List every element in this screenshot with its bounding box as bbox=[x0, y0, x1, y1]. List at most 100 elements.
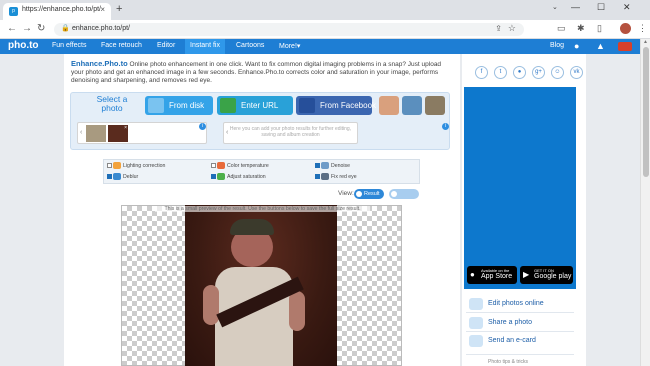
browser-tab[interactable]: p https://enhance.pho.to/pt/ × bbox=[3, 3, 111, 20]
checkbox[interactable] bbox=[315, 163, 320, 168]
send-ecard-icon bbox=[469, 335, 483, 347]
option-denoise[interactable]: Denoise bbox=[315, 162, 350, 169]
select-photo-label: Select a photo bbox=[96, 94, 128, 113]
vk-share-icon[interactable]: vk bbox=[570, 66, 583, 79]
nav-editor[interactable]: Editor bbox=[157, 42, 175, 49]
share-photo-link[interactable]: Share a photo bbox=[488, 319, 532, 326]
site-nav: pho.to Fun effects Face retouch Editor I… bbox=[0, 39, 640, 54]
option-adjust-saturation[interactable]: Adjust saturation bbox=[211, 173, 266, 180]
sample-photo-woman[interactable] bbox=[379, 96, 399, 115]
sample-photo-man[interactable] bbox=[402, 96, 422, 115]
nav-cartoons[interactable]: Cartoons bbox=[236, 42, 264, 49]
google-plus-share-icon[interactable]: g+ bbox=[532, 66, 545, 79]
url-icon bbox=[220, 98, 236, 113]
view-result-toggle[interactable]: Result bbox=[354, 189, 384, 199]
cast-icon[interactable]: ▭ bbox=[557, 23, 566, 34]
odnoklassniki-share-icon[interactable]: ☺ bbox=[551, 66, 564, 79]
option-fix-red-eye[interactable]: Fix red eye bbox=[315, 173, 357, 180]
temperature-icon bbox=[217, 162, 225, 169]
close-window-button[interactable]: ✕ bbox=[623, 2, 631, 13]
nav-blog[interactable]: Blog bbox=[550, 42, 564, 49]
site-favicon-icon: p bbox=[9, 7, 18, 16]
info-icon[interactable]: i bbox=[442, 123, 449, 130]
sample-photo-landscape[interactable] bbox=[425, 96, 445, 115]
lock-icon: 🔒 bbox=[61, 25, 70, 32]
results-hint-box: ‹ Here you can add your photo results fo… bbox=[223, 122, 358, 144]
profile-avatar[interactable] bbox=[620, 23, 631, 34]
browser-tab-bar: p https://enhance.pho.to/pt/ × + ⌄ — ☐ ✕ bbox=[0, 0, 650, 20]
checkbox[interactable] bbox=[211, 163, 216, 168]
new-tab-button[interactable]: + bbox=[116, 3, 122, 15]
enter-url-button[interactable]: Enter URL bbox=[217, 96, 293, 115]
browser-menu-icon[interactable]: ⋮ bbox=[638, 23, 647, 34]
android-icon[interactable]: ▲ bbox=[596, 41, 605, 51]
back-button[interactable]: ← bbox=[7, 23, 17, 34]
twitter-share-icon[interactable]: t bbox=[494, 66, 507, 79]
site-logo[interactable]: pho.to bbox=[8, 40, 39, 51]
photo-tips-link[interactable]: Photo tips & tricks bbox=[488, 359, 528, 365]
nav-face-retouch[interactable]: Face retouch bbox=[101, 42, 142, 49]
edit-photos-icon bbox=[469, 298, 483, 310]
google-play-badge[interactable]: ▶ GET IT ON Google play bbox=[520, 266, 573, 284]
nav-more[interactable]: More!▾ bbox=[279, 42, 300, 50]
preview-caption: This is a small preview of the result. U… bbox=[155, 206, 370, 212]
sidebar-icon[interactable]: ▯ bbox=[597, 23, 602, 34]
lighting-icon bbox=[113, 162, 121, 169]
apple-icon: ● bbox=[470, 270, 475, 279]
saturation-icon bbox=[217, 173, 225, 180]
from-facebook-button[interactable]: From Facebook bbox=[296, 96, 376, 115]
red-eye-icon bbox=[321, 173, 329, 180]
livejournal-share-icon[interactable]: ● bbox=[513, 66, 526, 79]
address-bar-row: ← → ↻ 🔒 enhance.pho.to/pt/ ⇪ ☆ bbox=[0, 20, 650, 39]
app-store-badge[interactable]: ● Available on the App Store bbox=[467, 266, 517, 284]
maximize-button[interactable]: ☐ bbox=[597, 2, 605, 13]
intro-text: Enhance.Pho.to Online photo enhancement … bbox=[71, 60, 453, 85]
forward-button[interactable]: → bbox=[22, 23, 32, 34]
checkbox[interactable] bbox=[107, 174, 112, 179]
folder-icon bbox=[148, 98, 164, 113]
chevron-left-icon[interactable]: ‹ bbox=[226, 129, 228, 136]
nav-fun-effects[interactable]: Fun effects bbox=[52, 42, 87, 49]
facebook-share-icon[interactable]: f bbox=[475, 66, 488, 79]
info-icon[interactable]: i bbox=[199, 123, 206, 130]
apple-icon[interactable]: ● bbox=[574, 41, 579, 51]
recent-photos-strip: ‹ × bbox=[77, 122, 207, 144]
minimize-button[interactable]: — bbox=[571, 2, 580, 12]
radio-icon bbox=[391, 191, 397, 197]
language-flag-icon[interactable] bbox=[618, 42, 632, 51]
recent-photo-thumbnail[interactable] bbox=[86, 125, 106, 142]
from-disk-button[interactable]: From disk bbox=[145, 96, 213, 115]
view-original-toggle[interactable] bbox=[389, 189, 419, 199]
share-photo-icon bbox=[469, 317, 483, 329]
option-lighting-correction[interactable]: Lighting correction bbox=[107, 162, 165, 169]
reload-button[interactable]: ↻ bbox=[37, 23, 45, 34]
results-hint-text: Here you can add your photo results for … bbox=[229, 126, 352, 138]
send-ecard-link[interactable]: Send an e-card bbox=[488, 337, 536, 344]
edit-photos-link[interactable]: Edit photos online bbox=[488, 300, 544, 307]
recent-photo-thumbnail[interactable]: × bbox=[108, 125, 128, 142]
option-deblur[interactable]: Deblur bbox=[107, 173, 138, 180]
tab-title: https://enhance.pho.to/pt/ bbox=[22, 6, 102, 13]
advertisement-banner[interactable] bbox=[464, 87, 576, 289]
share-icon[interactable]: ⇪ bbox=[495, 24, 502, 33]
scrollbar-thumb[interactable] bbox=[643, 47, 649, 177]
remove-thumbnail-icon[interactable]: × bbox=[124, 125, 127, 131]
close-tab-icon[interactable]: × bbox=[100, 5, 105, 14]
tab-search-icon[interactable]: ⌄ bbox=[552, 3, 558, 11]
chevron-left-icon[interactable]: ‹ bbox=[80, 129, 82, 136]
checkbox[interactable] bbox=[315, 174, 320, 179]
checkbox[interactable] bbox=[211, 174, 216, 179]
bookmark-star-icon[interactable]: ☆ bbox=[508, 23, 516, 34]
nav-instant-fix[interactable]: Instant fix bbox=[185, 39, 225, 54]
brand-name: Enhance.Pho.to bbox=[71, 59, 128, 68]
view-label: View: bbox=[338, 190, 354, 197]
checkbox[interactable] bbox=[107, 163, 112, 168]
result-photo bbox=[185, 205, 337, 366]
option-color-temperature[interactable]: Color temperature bbox=[211, 162, 269, 169]
url-input[interactable]: 🔒 enhance.pho.to/pt/ ⇪ ☆ bbox=[54, 23, 524, 36]
play-icon: ▶ bbox=[523, 270, 530, 279]
deblur-icon bbox=[113, 173, 121, 180]
scroll-up-arrow-icon[interactable]: ▲ bbox=[643, 39, 648, 45]
extensions-icon[interactable]: ✱ bbox=[577, 23, 585, 34]
page-scrollbar[interactable]: ▲ bbox=[640, 39, 650, 366]
